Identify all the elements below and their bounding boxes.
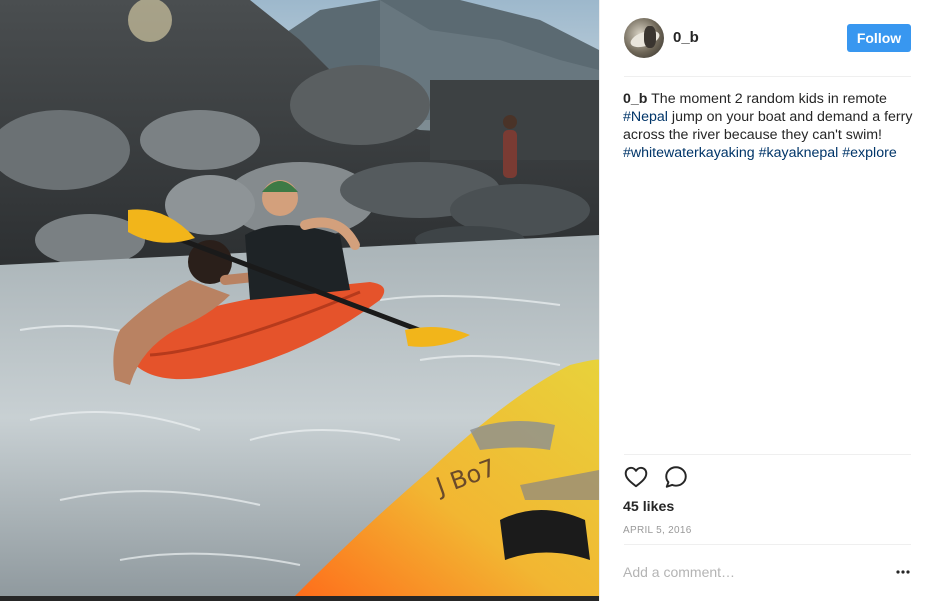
post-photo[interactable]: J Bo7 xyxy=(0,0,599,601)
hashtag-link[interactable]: #Nepal xyxy=(623,109,668,125)
divider xyxy=(624,76,911,77)
heart-icon[interactable] xyxy=(623,464,651,492)
avatar[interactable] xyxy=(624,18,664,58)
hashtag-link[interactable]: #kayaknepal xyxy=(759,145,839,161)
post-header: 0_b Follow xyxy=(600,0,934,77)
post-date: APRIL 5, 2016 xyxy=(623,525,692,536)
caption-text: The moment 2 random kids in remote xyxy=(647,91,887,107)
hashtag-link[interactable]: #whitewaterkayaking xyxy=(623,145,755,161)
comment-input[interactable] xyxy=(623,562,863,582)
hashtag-link[interactable]: #explore xyxy=(842,145,896,161)
divider xyxy=(624,454,911,455)
avatar-detail xyxy=(644,26,656,48)
more-options-icon[interactable] xyxy=(895,564,911,580)
divider xyxy=(624,544,911,545)
post-caption: 0_b The moment 2 random kids in remote #… xyxy=(623,90,913,162)
caption-username-link[interactable]: 0_b xyxy=(623,91,647,107)
post-details-panel: 0_b Follow 0_b The moment 2 random kids … xyxy=(599,0,934,601)
likes-count[interactable]: 45 likes xyxy=(623,499,674,515)
comment-icon[interactable] xyxy=(663,464,691,492)
photo-scene: J Bo7 xyxy=(0,0,599,601)
follow-button[interactable]: Follow xyxy=(847,24,911,52)
username-link[interactable]: 0_b xyxy=(673,29,699,46)
